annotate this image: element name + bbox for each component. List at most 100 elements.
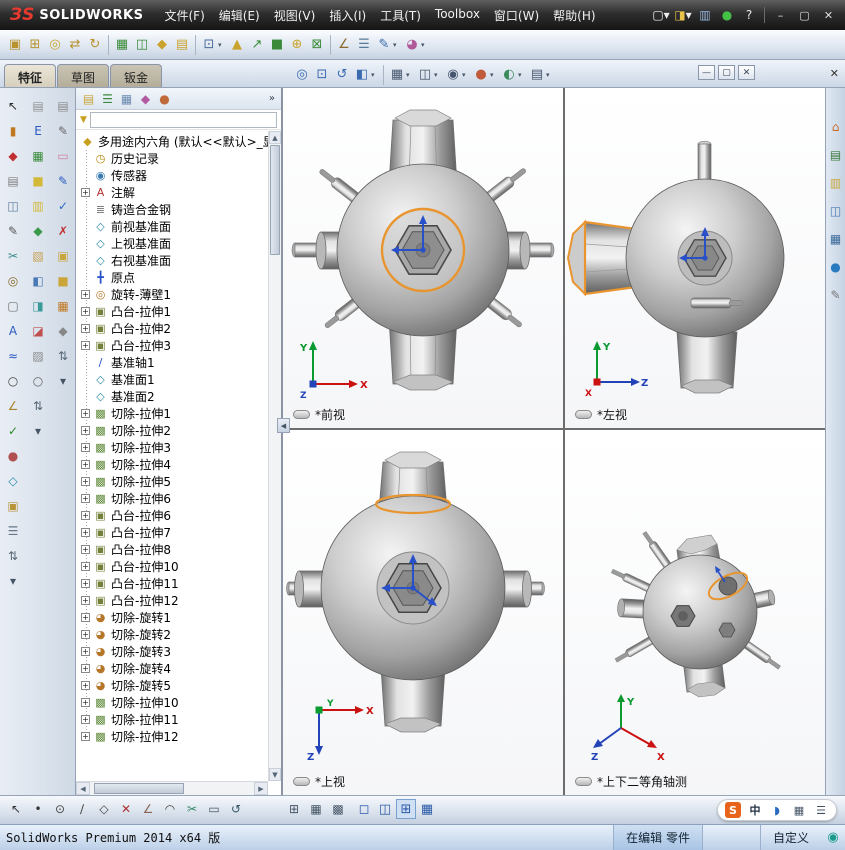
view-settings-icon[interactable]: ▤ ▾ (527, 63, 555, 86)
annotation-pencil-icon[interactable]: ✎ (53, 121, 73, 141)
tree-item[interactable]: + ▣ 凸台-拉伸10 (78, 558, 268, 575)
tree-item[interactable]: ◉ 传感器 (78, 167, 268, 184)
tree-expander[interactable]: + (81, 460, 90, 469)
status-globe-icon[interactable]: ◉ (821, 830, 845, 845)
green-diamond-icon[interactable]: ◆ (28, 221, 48, 241)
keyboard-icon[interactable]: ▦ (791, 802, 807, 818)
move-component-icon[interactable]: ⇄ (65, 33, 85, 56)
blue-pencil-icon[interactable]: ✎ (53, 171, 73, 191)
tree-item[interactable]: + ▣ 凸台-拉伸8 (78, 541, 268, 558)
zoom-fit-icon[interactable]: ◎ (292, 63, 312, 86)
mass-properties-icon[interactable]: ☰ (354, 33, 374, 56)
tree-expander[interactable]: + (81, 664, 90, 673)
text-icon[interactable]: A (3, 321, 23, 341)
convert-entities-icon[interactable]: ◎ (3, 271, 23, 291)
previous-view-icon[interactable]: ↺ (332, 63, 352, 86)
separator[interactable] (195, 34, 196, 55)
tree-expander[interactable]: + (81, 290, 90, 299)
delete-icon[interactable]: ✕ (116, 799, 136, 819)
appearance-ball-icon[interactable]: ● (3, 446, 23, 466)
tree-expander[interactable]: + (81, 188, 90, 197)
circle-icon[interactable]: ⊙ (50, 799, 70, 819)
viewport-horizontal-splitter[interactable] (283, 428, 825, 430)
rotate-component-icon[interactable]: ↻ (85, 33, 105, 56)
tree-item[interactable]: + ▩ 切除-拉伸6 (78, 490, 268, 507)
offset-icon[interactable]: ▭ (204, 799, 224, 819)
scroll-icon[interactable]: ⇅ (3, 546, 23, 566)
tree-expander[interactable]: + (81, 698, 90, 707)
ribbon-tab[interactable]: 草图 (57, 64, 110, 87)
tree-item[interactable]: + ▩ 切除-拉伸5 (78, 473, 268, 490)
tree-item[interactable]: ≣ 铸造合金钢 (78, 201, 268, 218)
tree-item[interactable]: ◇ 基准面1 (78, 371, 268, 388)
tree-expander[interactable]: + (81, 307, 90, 316)
chinese-mode-icon[interactable]: 中 (747, 802, 763, 818)
tree-expander[interactable]: + (81, 732, 90, 741)
tree-horizontal-scrollbar[interactable]: ◀ ▶ (76, 781, 268, 795)
new-document-icon[interactable]: ▢ ▾ (651, 5, 671, 25)
separator[interactable] (108, 34, 109, 55)
tree-expander[interactable]: + (81, 630, 90, 639)
mirror-icon[interactable]: ◫ (3, 196, 23, 216)
zoom-area-icon[interactable]: ⊡ (312, 63, 332, 86)
sketch-point-icon[interactable]: • (28, 799, 48, 819)
ribbon-tab[interactable]: 钣金 (110, 64, 163, 87)
tree-expander[interactable]: + (81, 477, 90, 486)
trim-icon[interactable]: ✂ (3, 246, 23, 266)
scroll-left-button[interactable]: ◀ (76, 782, 90, 795)
configurationmanager-tab-icon[interactable]: ▦ (117, 90, 136, 108)
exploded-view-icon[interactable]: ⊕ (287, 33, 307, 56)
tree-item[interactable]: + ▩ 切除-拉伸2 (78, 422, 268, 439)
doc-restore-button[interactable]: ▢ (718, 65, 735, 80)
file-explorer-icon[interactable]: ◫ (827, 202, 845, 220)
gray-hatch-icon[interactable]: ▨ (28, 346, 48, 366)
close-button[interactable]: ✕ (818, 7, 839, 24)
doc-minimize-button[interactable]: — (698, 65, 715, 80)
check-icon[interactable]: ✓ (3, 421, 23, 441)
select-icon[interactable]: ↖ (3, 96, 23, 116)
two-view-button[interactable]: ◫ (375, 799, 395, 819)
appearance-dropdown-icon[interactable]: ◕ ▾ (402, 33, 430, 56)
scrollbar-thumb[interactable] (94, 783, 184, 794)
edit-appearance-icon[interactable]: ● ▾ (471, 63, 499, 86)
menu-item[interactable]: 视图(V) (267, 2, 323, 29)
gold-square-icon[interactable]: ■ (53, 271, 73, 291)
separator[interactable] (383, 64, 384, 85)
sketch-entities-icon[interactable]: ▮ (3, 121, 23, 141)
shape-mode-icon[interactable]: ◗ (769, 802, 785, 818)
document-icon[interactable]: ▤ (53, 96, 73, 116)
filter-funnel-icon[interactable]: ▼ (80, 115, 87, 125)
reference-geometry-icon[interactable]: ⊡ ▾ (199, 33, 227, 56)
tree-item[interactable]: + ▩ 切除-拉伸1 (78, 405, 268, 422)
menu-item[interactable]: 文件(F) (158, 2, 212, 29)
line-icon[interactable]: ∕ (72, 799, 92, 819)
insert-component-icon[interactable]: ⊞ (25, 33, 45, 56)
tree-expander[interactable]: + (81, 324, 90, 333)
list-icon[interactable]: ☰ (3, 521, 23, 541)
yellow-block-icon[interactable]: ■ (28, 171, 48, 191)
tree-item[interactable]: + ▩ 切除-拉伸4 (78, 456, 268, 473)
isometric-viewport[interactable]: Y X Z *上下二等角轴测 (565, 430, 825, 795)
tree-expander[interactable]: + (81, 715, 90, 724)
section-view-icon[interactable]: ◧ ▾ (352, 63, 380, 86)
tree-expander[interactable]: + (81, 681, 90, 690)
more-icon[interactable]: ▾ (28, 421, 48, 441)
new-doc-icon[interactable]: ▤ (28, 96, 48, 116)
tree-item[interactable]: + ▣ 凸台-拉伸1 (78, 303, 268, 320)
spline-icon[interactable]: ≈ (3, 346, 23, 366)
menu-item[interactable]: 帮助(H) (546, 2, 602, 29)
grid-view-button[interactable]: ▦ (417, 799, 437, 819)
swap-icon[interactable]: ⇅ (28, 396, 48, 416)
table-icon[interactable]: ▦ (28, 146, 48, 166)
linear-pattern-icon[interactable]: ▦ (112, 33, 132, 56)
scroll-down-button[interactable]: ▼ (269, 768, 281, 781)
viewport-vertical-splitter[interactable] (563, 88, 565, 795)
tree-expander[interactable]: + (81, 511, 90, 520)
trim-icon[interactable]: ✂ (182, 799, 202, 819)
tree-expander[interactable]: + (81, 613, 90, 622)
panel-overflow-button[interactable]: » (269, 93, 278, 104)
appearances-icon[interactable]: ● (827, 258, 845, 276)
measure-icon[interactable]: ∠ (334, 33, 354, 56)
close-pane-button[interactable]: ✕ (830, 67, 839, 80)
interference-check-icon[interactable]: ⊠ (307, 33, 327, 56)
